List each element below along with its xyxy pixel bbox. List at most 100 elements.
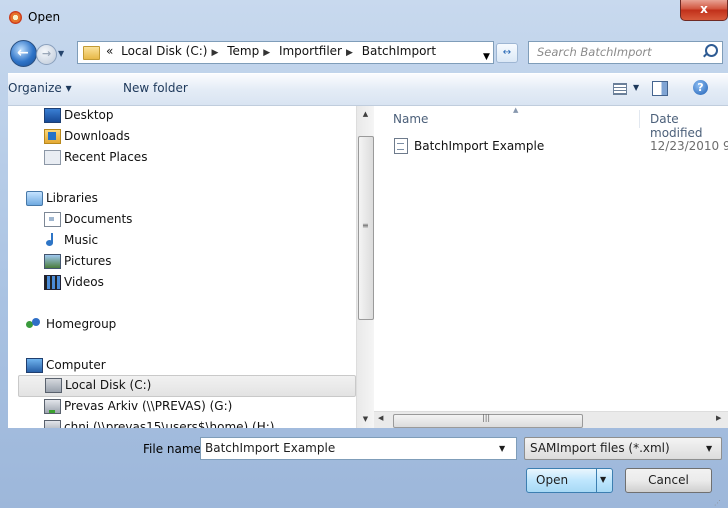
nav-item-label: Homegroup xyxy=(46,317,117,331)
downloads-icon xyxy=(44,129,61,144)
nav-item-label: Recent Places xyxy=(64,150,148,164)
sort-ascending-icon: ▲ xyxy=(513,106,519,114)
file-name: BatchImport Example xyxy=(414,139,545,153)
new-folder-button[interactable]: New folder xyxy=(123,81,188,95)
change-view-icon[interactable] xyxy=(613,83,627,95)
scroll-right-icon[interactable]: ▶ xyxy=(716,414,721,422)
forward-button[interactable]: → xyxy=(36,44,57,65)
navigation-pane: Desktop Downloads Recent Places Librarie… xyxy=(8,106,356,428)
nav-item-label: Desktop xyxy=(64,108,114,122)
libraries-icon xyxy=(26,191,43,206)
breadcrumb-separator-icon[interactable]: ▶ xyxy=(346,48,353,58)
file-name-field[interactable]: BatchImport Example ▼ xyxy=(200,437,517,460)
column-header-date-modified[interactable]: Date modified xyxy=(650,112,728,140)
network-drive-icon xyxy=(44,399,61,414)
nav-item-desktop[interactable]: Desktop xyxy=(18,106,354,126)
videos-icon xyxy=(44,275,61,290)
nav-item-homegroup[interactable]: Homegroup xyxy=(8,315,354,335)
nav-item-label: Videos xyxy=(64,275,104,289)
breadcrumb-temp[interactable]: Temp xyxy=(227,44,259,58)
preview-pane-icon[interactable] xyxy=(652,81,668,96)
open-button[interactable]: Open ▼ xyxy=(526,468,613,493)
grip-icon: ||| xyxy=(482,413,491,422)
back-arrow-icon: ← xyxy=(17,45,29,61)
file-type-value: SAMImport files (*.xml) xyxy=(530,441,670,455)
xml-file-icon xyxy=(394,138,408,154)
scrollbar-thumb[interactable]: ||| xyxy=(393,413,583,428)
pictures-icon xyxy=(44,254,61,269)
scroll-up-icon[interactable]: ▲ xyxy=(357,106,374,123)
local-disk-icon xyxy=(45,378,62,393)
nav-item-music[interactable]: Music xyxy=(18,231,354,251)
column-header-name[interactable]: Name xyxy=(393,112,428,126)
homegroup-icon xyxy=(26,317,41,330)
column-divider[interactable] xyxy=(639,110,640,128)
breadcrumb-local-disk[interactable]: Local Disk (C:) xyxy=(121,44,207,58)
nav-item-pictures[interactable]: Pictures xyxy=(18,252,354,272)
breadcrumb-importfiler[interactable]: Importfiler xyxy=(279,44,342,58)
nav-item-videos[interactable]: Videos xyxy=(18,273,354,293)
nav-item-label: Libraries xyxy=(46,191,98,205)
nav-item-libraries[interactable]: Libraries xyxy=(8,189,354,209)
split-divider xyxy=(596,469,597,492)
breadcrumb-overflow[interactable]: « xyxy=(106,44,113,58)
nav-item-label: Music xyxy=(64,233,99,247)
nav-item-local-disk[interactable]: Local Disk (C:) xyxy=(18,375,356,397)
nav-item-label: Prevas Arkiv (\\PREVAS) (G:) xyxy=(64,399,233,413)
organize-button[interactable]: Organize ▾ xyxy=(8,81,72,95)
title-bar: Open x xyxy=(0,0,728,36)
navigation-bar: ← → ▼ « Local Disk (C:) ▶ Temp ▶ Importfil… xyxy=(0,36,728,68)
nav-item-documents[interactable]: Documents xyxy=(18,210,354,230)
scrollbar-thumb[interactable]: ≡ xyxy=(358,136,374,320)
open-options-dropdown-icon[interactable]: ▼ xyxy=(600,475,606,484)
breadcrumb-batchimport[interactable]: BatchImport xyxy=(362,44,436,58)
search-icon[interactable] xyxy=(705,44,718,57)
computer-icon xyxy=(26,358,43,373)
nav-item-label: Computer xyxy=(46,358,106,372)
breadcrumb-separator-icon[interactable]: ▶ xyxy=(263,48,270,58)
grip-icon: ≡ xyxy=(362,221,369,230)
file-name-dropdown-icon[interactable]: ▼ xyxy=(499,444,505,453)
search-input[interactable]: Search BatchImport xyxy=(537,45,652,59)
breadcrumb: « Local Disk (C:) ▶ Temp ▶ Importfiler ▶ Ba… xyxy=(106,44,440,58)
breadcrumb-separator-icon[interactable]: ▶ xyxy=(211,48,218,58)
search-box[interactable]: Search BatchImport xyxy=(528,41,723,64)
folder-icon xyxy=(83,46,100,60)
file-name-label: File name: xyxy=(143,442,205,456)
recent-locations-dropdown-icon[interactable]: ▼ xyxy=(58,49,64,58)
resize-grip-icon[interactable]: ⋰ xyxy=(714,499,721,507)
forward-arrow-icon: → xyxy=(42,47,52,60)
browser-area: Desktop Downloads Recent Places Librarie… xyxy=(8,105,728,428)
scroll-down-icon[interactable]: ▼ xyxy=(357,411,374,428)
window-title: Open xyxy=(28,10,61,24)
nav-item-computer[interactable]: Computer xyxy=(8,356,354,376)
open-dialog: Open x ← → ▼ « Local Disk (C:) ▶ Temp ▶ Im… xyxy=(0,0,728,508)
scroll-left-icon[interactable]: ◀ xyxy=(378,414,383,422)
file-date-modified: 12/23/2010 9:16 xyxy=(650,139,728,153)
nav-item-downloads[interactable]: Downloads xyxy=(18,127,354,147)
open-button-label: Open xyxy=(536,473,569,487)
music-icon xyxy=(44,233,59,246)
desktop-icon xyxy=(44,108,61,123)
cancel-button[interactable]: Cancel xyxy=(625,468,712,493)
view-options-dropdown-icon[interactable]: ▼ xyxy=(633,83,639,92)
command-bar: Organize ▾ New folder ▼ ? xyxy=(8,73,728,106)
nav-item-label: Documents xyxy=(64,212,133,226)
nav-item-label: Local Disk (C:) xyxy=(65,378,152,392)
file-list-horizontal-scrollbar[interactable]: ◀ ||| ▶ xyxy=(374,411,728,428)
nav-item-recent-places[interactable]: Recent Places xyxy=(18,148,354,168)
file-name-value[interactable]: BatchImport Example xyxy=(205,441,335,455)
documents-icon xyxy=(44,212,61,227)
nav-item-label: Pictures xyxy=(64,254,112,268)
recent-places-icon xyxy=(44,150,61,165)
file-type-select[interactable]: SAMImport files (*.xml) ▼ xyxy=(524,437,722,460)
file-type-dropdown-icon[interactable]: ▼ xyxy=(706,444,712,453)
address-dropdown-icon[interactable]: ▼ xyxy=(483,52,490,62)
nav-item-prevas-arkiv[interactable]: Prevas Arkiv (\\PREVAS) (G:) xyxy=(18,397,354,417)
back-button[interactable]: ← xyxy=(10,40,37,67)
close-button[interactable]: x xyxy=(680,0,728,21)
refresh-button[interactable]: ↔ xyxy=(496,43,518,63)
help-icon[interactable]: ? xyxy=(693,80,708,95)
address-bar[interactable]: « Local Disk (C:) ▶ Temp ▶ Importfiler ▶ Ba… xyxy=(77,41,494,64)
navigation-pane-scrollbar[interactable]: ▲ ≡ ▼ xyxy=(356,106,374,428)
